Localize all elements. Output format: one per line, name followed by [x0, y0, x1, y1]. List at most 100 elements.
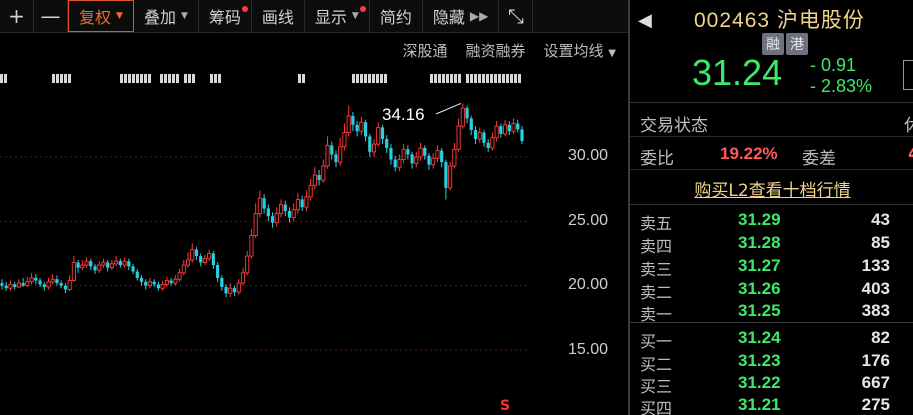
candle-body	[486, 142, 490, 148]
candle-body	[236, 282, 241, 293]
panel-toggle-icon[interactable]	[903, 60, 913, 90]
candle-body	[245, 255, 250, 274]
candle-body	[380, 127, 385, 139]
candle-body	[507, 124, 511, 132]
candle-body	[97, 264, 102, 271]
candle-body	[482, 132, 486, 143]
candle-body	[194, 249, 199, 257]
candle-body	[21, 283, 25, 286]
event-marker	[454, 74, 457, 83]
event-marker	[438, 74, 441, 83]
event-marker	[498, 74, 501, 83]
event-marker	[458, 74, 461, 83]
candle-body	[270, 216, 275, 223]
event-marker	[136, 74, 139, 83]
event-marker	[490, 74, 493, 83]
trade-status-row: 交易状态 休	[630, 108, 913, 137]
back-arrow-icon[interactable]: ◀	[638, 10, 652, 31]
candle-body	[55, 279, 59, 284]
candle-body	[414, 156, 419, 164]
candle-body	[385, 138, 389, 148]
event-marker	[478, 74, 481, 83]
candle-body	[325, 144, 330, 167]
sell-level-row: 卖三 31.27 133	[630, 256, 913, 279]
candle-body	[317, 175, 321, 181]
order-price: 31.27	[738, 256, 781, 275]
candle-body	[295, 199, 300, 211]
buy-level-row: 买二 31.23 176	[630, 351, 913, 374]
order-volume: 403	[861, 279, 890, 298]
candlestick-plot	[0, 74, 528, 351]
candle-body	[93, 266, 97, 271]
candle-body	[435, 150, 440, 159]
candle-body	[456, 125, 461, 150]
weicha-label: 委差	[802, 149, 836, 169]
candle-body	[71, 262, 76, 281]
candle-body	[199, 256, 203, 263]
order-level-label: 买一	[640, 332, 673, 351]
candle-body	[376, 126, 381, 145]
candle-body	[67, 280, 72, 290]
event-marker	[446, 74, 449, 83]
candle-body	[181, 264, 186, 274]
gang-badge: 港	[786, 33, 808, 55]
event-marker	[298, 74, 301, 83]
candle-body	[338, 146, 343, 163]
candle-body	[346, 115, 351, 134]
event-marker	[352, 74, 355, 83]
candle-body	[389, 147, 393, 160]
candle-body	[304, 196, 309, 208]
candle-body	[59, 283, 63, 286]
event-marker	[64, 74, 67, 83]
event-marker	[68, 74, 71, 83]
candle-body	[363, 122, 368, 137]
event-marker	[210, 74, 213, 83]
order-volume: 82	[871, 328, 890, 347]
event-marker	[502, 74, 505, 83]
sell-level-row: 卖一 31.25 383	[630, 301, 913, 324]
candle-body	[274, 213, 279, 224]
candle-body	[50, 278, 55, 283]
candle-body	[494, 125, 499, 139]
candle-body	[46, 281, 51, 288]
event-marker	[356, 74, 359, 83]
candle-body	[431, 157, 436, 166]
order-level-label: 卖四	[640, 237, 673, 256]
candle-body	[114, 260, 119, 265]
candle-body	[177, 272, 182, 280]
order-volume: 85	[871, 233, 890, 252]
event-marker	[164, 74, 167, 83]
candle-body	[440, 150, 444, 163]
y-tick-label: 25.00	[567, 212, 608, 229]
kline-chart-area[interactable]: + — 复权 ▼ 叠加 ▼ 筹码 画线 显示 ▼ 简约 隐藏 ▶▶ ⤡ 深股通 融资融券…	[0, 0, 628, 415]
candle-body	[266, 208, 270, 217]
candle-body	[401, 148, 406, 161]
event-marker	[184, 74, 187, 83]
candle-body	[164, 280, 169, 285]
event-marker	[148, 74, 151, 83]
order-volume: 667	[861, 373, 890, 392]
buy-l2-link[interactable]: 购买L2查看十档行情	[630, 176, 913, 201]
buy-level-row: 买三 31.22 667	[630, 373, 913, 396]
event-marker	[214, 74, 217, 83]
quote-panel: ◀ 002463 沪电股份 融 港 31.24 - 0.91 - 2.83% 交…	[628, 0, 913, 415]
event-marker	[302, 74, 305, 83]
event-marker	[482, 74, 485, 83]
candle-body	[283, 204, 287, 212]
order-price: 31.24	[738, 328, 781, 347]
candle-body	[38, 280, 42, 285]
event-marker	[56, 74, 59, 83]
candle-body	[330, 145, 334, 155]
price-change: - 0.91	[810, 55, 857, 75]
event-marker	[518, 74, 521, 83]
y-tick-label: 30.00	[567, 147, 608, 164]
event-marker	[140, 74, 143, 83]
candle-body	[4, 285, 8, 289]
price-change-pct: - 2.83%	[810, 76, 873, 96]
candle-body	[147, 281, 153, 287]
candle-body	[109, 263, 114, 269]
event-marker	[510, 74, 513, 83]
buy-level-row: 买一 31.24 82	[630, 328, 913, 351]
stock-header: ◀ 002463 沪电股份 融 港 31.24 - 0.91 - 2.83%	[630, 0, 913, 103]
candle-body	[351, 115, 355, 125]
